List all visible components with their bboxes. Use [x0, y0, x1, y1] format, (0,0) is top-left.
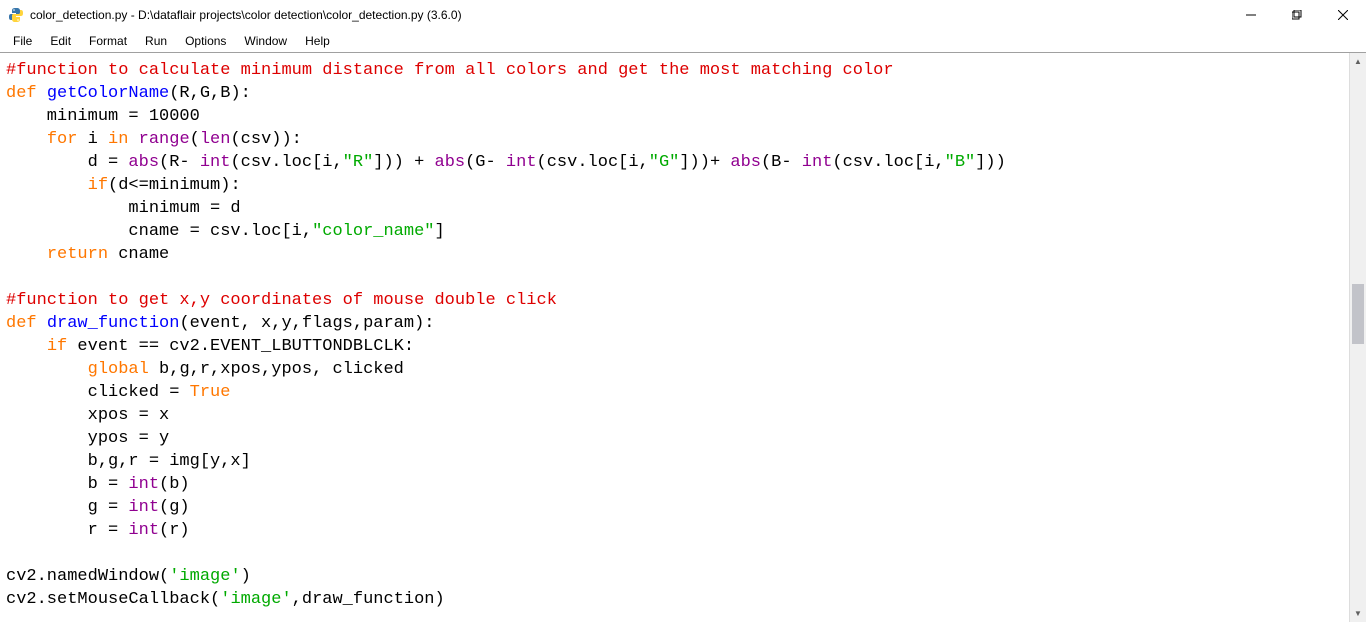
code-string: "R" — [343, 153, 374, 172]
code-text: (csv)): — [230, 130, 301, 149]
minimize-button[interactable] — [1228, 0, 1274, 30]
code-builtin: abs — [730, 153, 761, 172]
scroll-down-arrow[interactable]: ▼ — [1350, 605, 1366, 622]
code-function-name: draw_function — [47, 314, 180, 333]
close-button[interactable] — [1320, 0, 1366, 30]
code-keyword: return — [47, 245, 108, 264]
code-text: i — [77, 130, 108, 149]
code-text: clicked = — [6, 383, 190, 402]
maximize-button[interactable] — [1274, 0, 1320, 30]
code-text: (B- — [761, 153, 802, 172]
code-builtin: range — [128, 130, 189, 149]
code-text: cname — [108, 245, 169, 264]
code-comment: #function to calculate minimum distance … — [6, 61, 894, 80]
code-builtin: int — [200, 153, 231, 172]
menu-format[interactable]: Format — [80, 32, 136, 50]
code-keyword: global — [88, 360, 149, 379]
code-text: minimum = d — [6, 199, 241, 218]
vertical-scrollbar[interactable]: ▲ ▼ — [1349, 53, 1366, 622]
code-text: (event, x,y,flags,param): — [179, 314, 434, 333]
code-text: b,g,r,xpos,ypos, clicked — [149, 360, 404, 379]
scroll-up-arrow[interactable]: ▲ — [1350, 53, 1366, 70]
code-text: ] — [434, 222, 444, 241]
menu-file[interactable]: File — [4, 32, 41, 50]
code-text: (d<=minimum): — [108, 176, 241, 195]
code-keyword: def — [6, 84, 37, 103]
code-text: b,g,r = img[y,x] — [6, 452, 251, 471]
code-function-name: getColorName — [47, 84, 169, 103]
code-text: (csv.loc[i, — [230, 153, 342, 172]
code-text: (r) — [159, 521, 190, 540]
code-text: ])) + — [373, 153, 434, 172]
code-editor[interactable]: #function to calculate minimum distance … — [0, 53, 1349, 622]
code-keyword: True — [190, 383, 231, 402]
menu-window[interactable]: Window — [235, 32, 296, 50]
code-builtin: len — [200, 130, 231, 149]
code-text: cname = csv.loc[i, — [6, 222, 312, 241]
scroll-track[interactable] — [1350, 70, 1366, 605]
window-controls — [1228, 0, 1366, 30]
code-text: event == cv2.EVENT_LBUTTONDBLCLK: — [67, 337, 414, 356]
code-keyword: def — [6, 314, 37, 333]
code-text: (R,G,B): — [169, 84, 251, 103]
code-text: (csv.loc[i, — [537, 153, 649, 172]
code-comment: #function to get x,y coordinates of mous… — [6, 291, 557, 310]
code-text: cv2.namedWindow( — [6, 567, 169, 586]
app-icon — [8, 7, 24, 23]
code-text: ]))+ — [679, 153, 730, 172]
editor-area: #function to calculate minimum distance … — [0, 52, 1366, 622]
code-text: (csv.loc[i, — [832, 153, 944, 172]
scroll-thumb[interactable] — [1352, 284, 1364, 344]
code-builtin: int — [128, 521, 159, 540]
code-builtin: abs — [128, 153, 159, 172]
code-builtin: int — [128, 498, 159, 517]
menu-help[interactable]: Help — [296, 32, 339, 50]
menu-run[interactable]: Run — [136, 32, 176, 50]
titlebar: color_detection.py - D:\dataflair projec… — [0, 0, 1366, 30]
code-string: "color_name" — [312, 222, 434, 241]
code-text: minimum = 10000 — [6, 107, 200, 126]
code-string: 'image' — [169, 567, 240, 586]
code-text: d = — [6, 153, 128, 172]
code-string: "G" — [649, 153, 680, 172]
code-text: (g) — [159, 498, 190, 517]
code-builtin: abs — [435, 153, 466, 172]
code-string: "B" — [945, 153, 976, 172]
code-builtin: int — [506, 153, 537, 172]
code-keyword: in — [108, 130, 128, 149]
code-text: b = — [6, 475, 128, 494]
menu-edit[interactable]: Edit — [41, 32, 80, 50]
code-text: ) — [241, 567, 251, 586]
code-builtin: int — [128, 475, 159, 494]
code-text: xpos = x — [6, 406, 169, 425]
code-keyword: if — [88, 176, 108, 195]
code-text: r = — [6, 521, 128, 540]
code-keyword: if — [47, 337, 67, 356]
code-text: ,draw_function) — [292, 590, 445, 609]
code-string: 'image' — [220, 590, 291, 609]
code-text: (R- — [159, 153, 200, 172]
code-text — [6, 245, 47, 264]
code-text — [6, 337, 47, 356]
code-text: (G- — [465, 153, 506, 172]
menu-options[interactable]: Options — [176, 32, 235, 50]
code-text: cv2.setMouseCallback( — [6, 590, 220, 609]
code-text — [6, 130, 47, 149]
code-text: (b) — [159, 475, 190, 494]
menubar: File Edit Format Run Options Window Help — [0, 30, 1366, 52]
code-text: ypos = y — [6, 429, 169, 448]
code-text — [6, 176, 88, 195]
window-title: color_detection.py - D:\dataflair projec… — [30, 8, 1228, 22]
code-builtin: int — [802, 153, 833, 172]
code-text: ])) — [975, 153, 1006, 172]
code-text: g = — [6, 498, 128, 517]
code-keyword: for — [47, 130, 78, 149]
